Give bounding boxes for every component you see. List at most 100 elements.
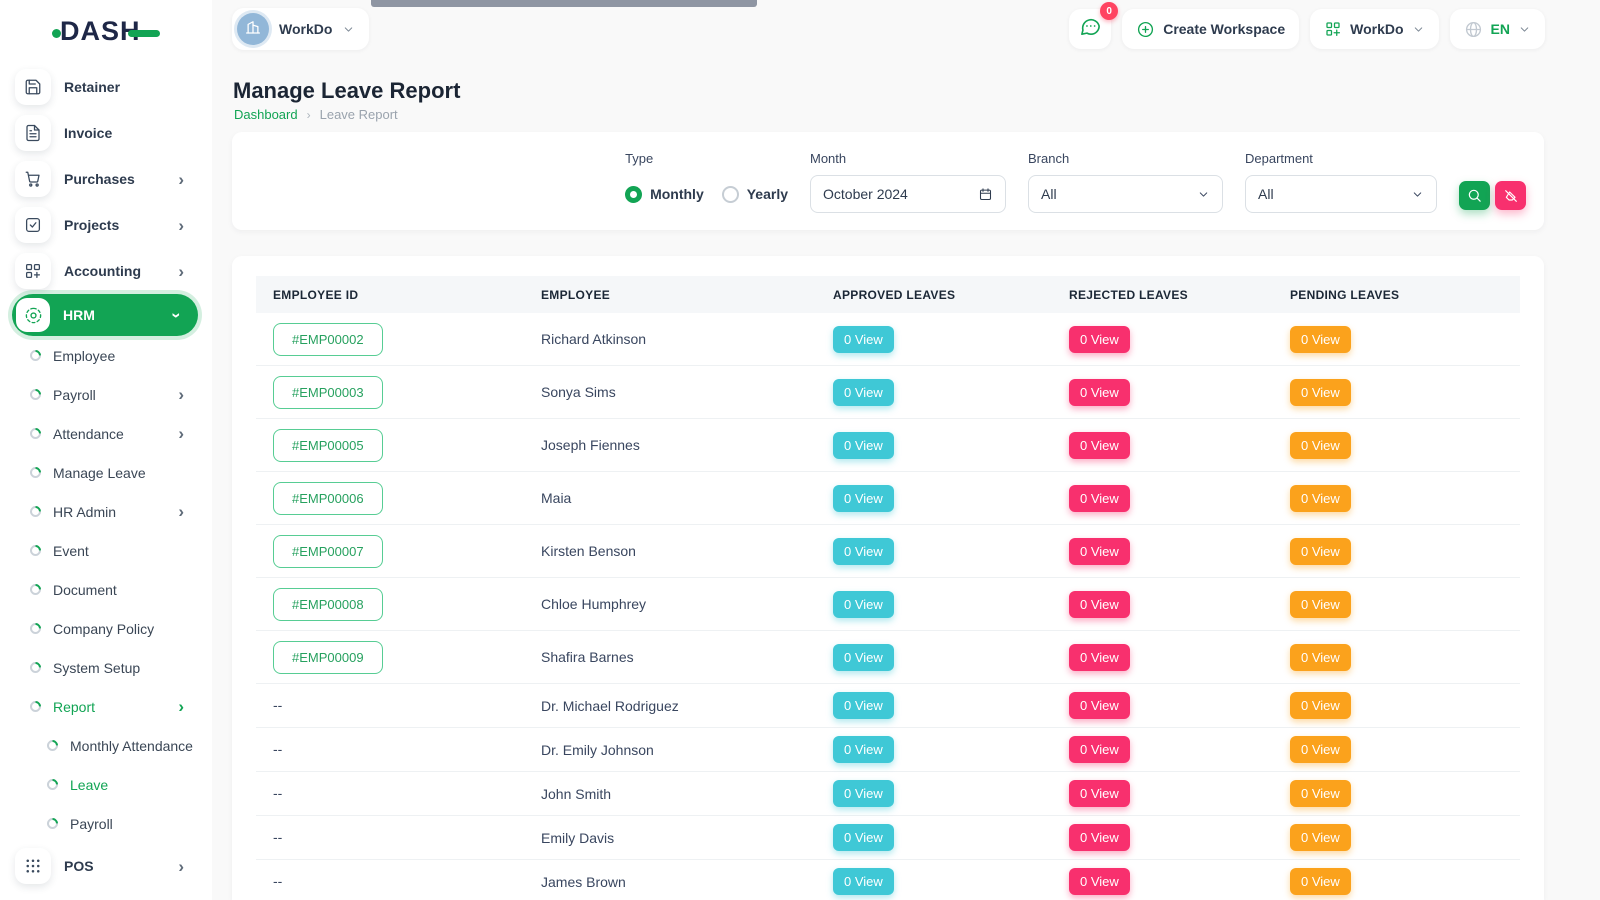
search-icon — [1466, 187, 1483, 204]
workdo-menu-button[interactable]: WorkDo — [1310, 9, 1438, 49]
rejected-view-button[interactable]: 0 View — [1069, 644, 1130, 671]
sidebar-item-projects[interactable]: Projects› — [0, 202, 212, 248]
rejected-view-button[interactable]: 0 View — [1069, 538, 1130, 565]
sidebar-item-label: Payroll — [53, 387, 96, 403]
chevron-right-icon: › — [178, 425, 184, 442]
approved-view-button[interactable]: 0 View — [833, 780, 894, 807]
employee-id-badge[interactable]: #EMP00009 — [273, 641, 383, 674]
month-input[interactable]: October 2024 — [810, 175, 1006, 213]
bullet-icon — [28, 387, 44, 403]
sidebar-item-employee[interactable]: Employee — [0, 336, 212, 375]
pending-view-button[interactable]: 0 View — [1290, 485, 1351, 512]
month-label: Month — [810, 151, 1006, 166]
approved-view-button[interactable]: 0 View — [833, 868, 894, 895]
pending-view-button[interactable]: 0 View — [1290, 644, 1351, 671]
approved-view-button[interactable]: 0 View — [833, 591, 894, 618]
pending-view-button[interactable]: 0 View — [1290, 379, 1351, 406]
rejected-view-button[interactable]: 0 View — [1069, 485, 1130, 512]
sidebar-item-company-policy[interactable]: Company Policy — [0, 609, 212, 648]
pending-view-button[interactable]: 0 View — [1290, 868, 1351, 895]
sidebar-item-monthly-attendance[interactable]: Monthly Attendance — [0, 726, 212, 765]
reset-filter-button[interactable] — [1495, 181, 1526, 210]
branch-label: Branch — [1028, 151, 1223, 166]
breadcrumb: Dashboard › Leave Report — [234, 107, 398, 122]
sidebar-item-payroll[interactable]: Payroll — [0, 804, 212, 843]
search-button[interactable] — [1459, 181, 1490, 210]
bullet-icon — [28, 621, 44, 637]
messages-button[interactable]: 0 — [1069, 9, 1111, 49]
sidebar-item-hrm[interactable]: HRM› — [12, 294, 198, 336]
purchases-icon — [15, 161, 51, 197]
table-row: #EMP00006Maia0 View0 View0 View — [256, 472, 1520, 525]
rejected-view-button[interactable]: 0 View — [1069, 824, 1130, 851]
approved-view-button[interactable]: 0 View — [833, 379, 894, 406]
employee-id-badge[interactable]: #EMP00007 — [273, 535, 383, 568]
workspace-name: WorkDo — [279, 21, 332, 37]
sidebar-item-report[interactable]: Report› — [0, 687, 212, 726]
sidebar-item-event[interactable]: Event — [0, 531, 212, 570]
breadcrumb-dashboard-link[interactable]: Dashboard — [234, 107, 298, 122]
type-monthly-radio[interactable]: Monthly — [625, 186, 704, 203]
pending-view-button[interactable]: 0 View — [1290, 326, 1351, 353]
pending-view-button[interactable]: 0 View — [1290, 780, 1351, 807]
create-workspace-label: Create Workspace — [1163, 21, 1285, 37]
globe-icon — [1464, 20, 1483, 39]
table-row: #EMP00002Richard Atkinson0 View0 View0 V… — [256, 313, 1520, 366]
app-logo[interactable]: DASH — [0, 0, 212, 62]
rejected-view-button[interactable]: 0 View — [1069, 692, 1130, 719]
sidebar-item-manage-leave[interactable]: Manage Leave — [0, 453, 212, 492]
employee-id-badge[interactable]: #EMP00005 — [273, 429, 383, 462]
pending-view-button[interactable]: 0 View — [1290, 591, 1351, 618]
bullet-icon — [45, 738, 61, 754]
sidebar-item-label: Purchases — [64, 171, 135, 187]
column-header-employee: EMPLOYEE — [541, 288, 833, 302]
branch-select[interactable]: All — [1028, 175, 1223, 213]
sidebar-item-invoice[interactable]: Invoice — [0, 110, 212, 156]
sidebar-item-document[interactable]: Document — [0, 570, 212, 609]
type-yearly-radio[interactable]: Yearly — [722, 186, 788, 203]
rejected-view-button[interactable]: 0 View — [1069, 736, 1130, 763]
pending-view-button[interactable]: 0 View — [1290, 824, 1351, 851]
language-selector[interactable]: EN — [1450, 9, 1545, 49]
pending-view-button[interactable]: 0 View — [1290, 692, 1351, 719]
approved-view-button[interactable]: 0 View — [833, 538, 894, 565]
sidebar-item-pos[interactable]: POS› — [0, 843, 212, 889]
approved-view-button[interactable]: 0 View — [833, 485, 894, 512]
sidebar-item-leave[interactable]: Leave — [0, 765, 212, 804]
sidebar-item-payroll[interactable]: Payroll› — [0, 375, 212, 414]
rejected-view-button[interactable]: 0 View — [1069, 326, 1130, 353]
rejected-view-button[interactable]: 0 View — [1069, 379, 1130, 406]
sidebar-item-accounting[interactable]: Accounting› — [0, 248, 212, 294]
radio-unchecked-icon — [722, 186, 739, 203]
rejected-view-button[interactable]: 0 View — [1069, 591, 1130, 618]
approved-view-button[interactable]: 0 View — [833, 644, 894, 671]
chevron-right-icon: › — [178, 858, 184, 875]
employee-name: Sonya Sims — [541, 384, 833, 400]
employee-id-badge[interactable]: #EMP00008 — [273, 588, 383, 621]
pending-view-button[interactable]: 0 View — [1290, 736, 1351, 763]
sidebar-item-system-setup[interactable]: System Setup — [0, 648, 212, 687]
table-row: --Emily Davis0 View0 View0 View — [256, 816, 1520, 860]
approved-view-button[interactable]: 0 View — [833, 326, 894, 353]
approved-view-button[interactable]: 0 View — [833, 736, 894, 763]
employee-id-badge[interactable]: #EMP00002 — [273, 323, 383, 356]
sidebar-item-hr-admin[interactable]: HR Admin› — [0, 492, 212, 531]
pending-view-button[interactable]: 0 View — [1290, 538, 1351, 565]
approved-view-button[interactable]: 0 View — [833, 692, 894, 719]
column-header-rejected: REJECTED LEAVES — [1069, 288, 1290, 302]
department-select[interactable]: All — [1245, 175, 1437, 213]
pending-view-button[interactable]: 0 View — [1290, 432, 1351, 459]
sidebar-item-retainer[interactable]: Retainer — [0, 64, 212, 110]
rejected-view-button[interactable]: 0 View — [1069, 868, 1130, 895]
workspace-selector[interactable]: WorkDo — [232, 8, 369, 50]
rejected-view-button[interactable]: 0 View — [1069, 780, 1130, 807]
approved-view-button[interactable]: 0 View — [833, 432, 894, 459]
employee-id-badge[interactable]: #EMP00003 — [273, 376, 383, 409]
sidebar-item-attendance[interactable]: Attendance› — [0, 414, 212, 453]
rejected-view-button[interactable]: 0 View — [1069, 432, 1130, 459]
approved-view-button[interactable]: 0 View — [833, 824, 894, 851]
employee-id-badge[interactable]: #EMP00006 — [273, 482, 383, 515]
sidebar-item-purchases[interactable]: Purchases › — [0, 156, 212, 202]
chevron-right-icon: › — [178, 171, 184, 188]
create-workspace-button[interactable]: Create Workspace — [1122, 9, 1299, 49]
